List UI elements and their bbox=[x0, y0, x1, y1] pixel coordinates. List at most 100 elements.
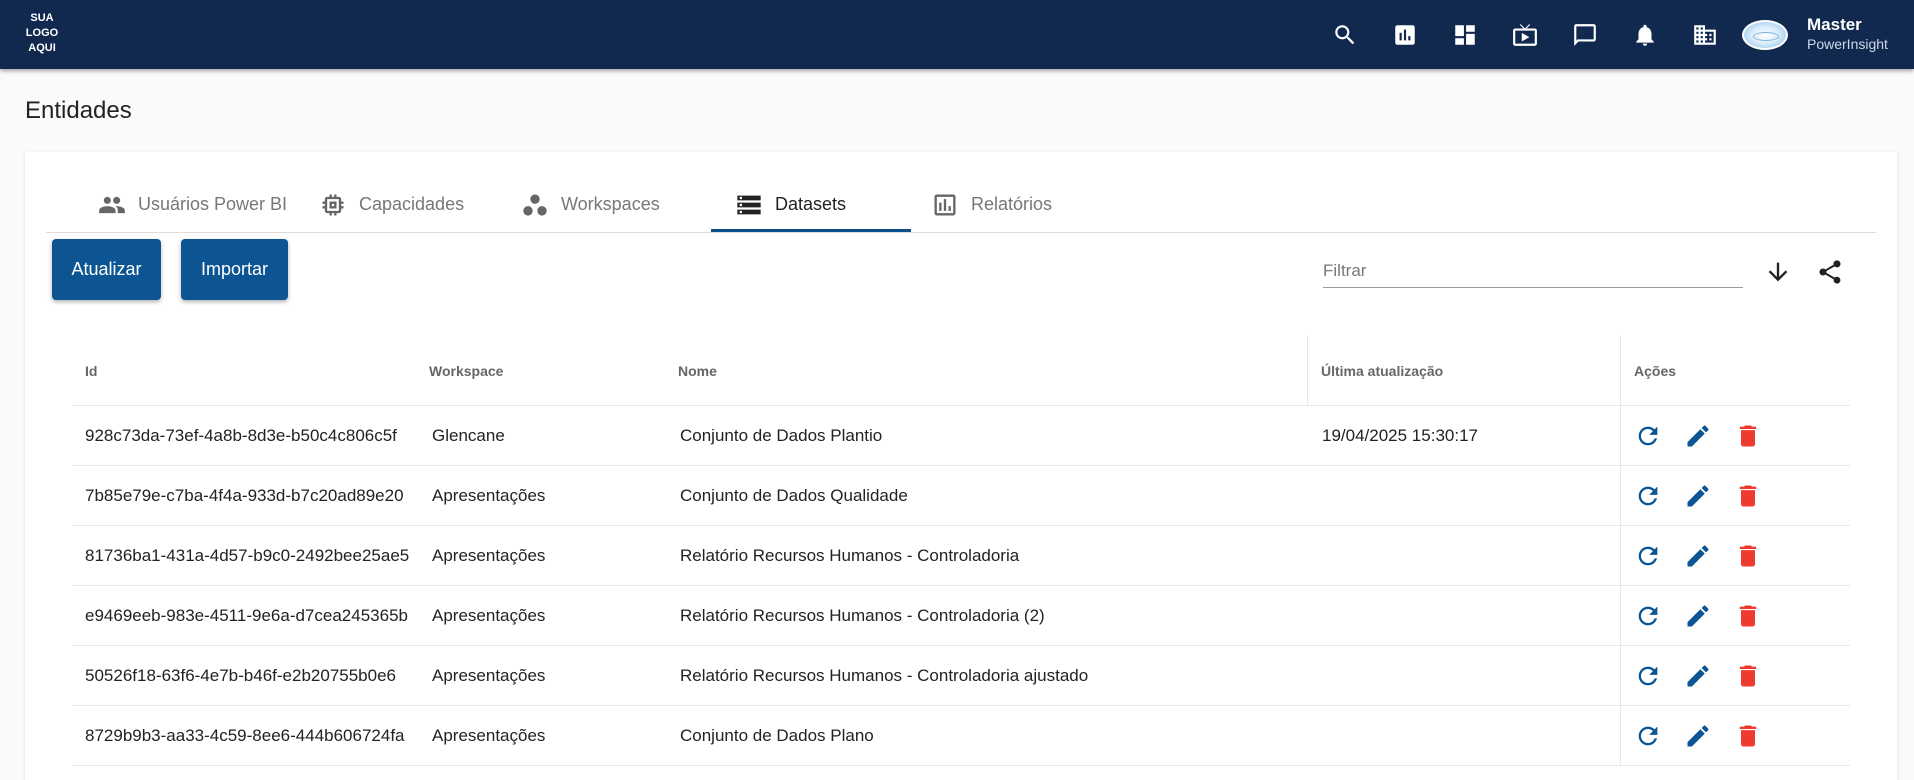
avatar[interactable] bbox=[1742, 20, 1788, 50]
refresh-button[interactable]: Atualizar bbox=[52, 239, 161, 300]
cell-name: Conjunto de Dados Plantio bbox=[680, 426, 883, 445]
datasets-table: Id Workspace Nome Última atualização Açõ… bbox=[72, 335, 1850, 766]
cell-id: 928c73da-73ef-4a8b-8d3e-b50c4c806c5f bbox=[85, 426, 397, 445]
column-header-last-update[interactable]: Última atualização bbox=[1307, 335, 1620, 406]
cell-name: Conjunto de Dados Plano bbox=[680, 726, 874, 745]
top-navbar: SUA LOGO AQUI Master PowerInsight bbox=[0, 0, 1914, 69]
active-tab-indicator bbox=[711, 229, 911, 232]
tab-label: Usuários Power BI bbox=[138, 194, 288, 214]
delete-icon[interactable] bbox=[1731, 599, 1765, 633]
logo-line: LOGO bbox=[25, 27, 59, 39]
cell-id: 8729b9b3-aa33-4c59-8ee6-444b606724fa bbox=[85, 726, 405, 745]
cell-name: Conjunto de Dados Qualidade bbox=[680, 486, 908, 505]
table-row[interactable]: 50526f18-63f6-4e7b-b46f-e2b20755b0e6 Apr… bbox=[72, 646, 1850, 706]
delete-icon[interactable] bbox=[1731, 659, 1765, 693]
cell-workspace: Apresentações bbox=[432, 546, 546, 565]
column-header-id[interactable]: Id bbox=[72, 335, 415, 406]
cell-name: Relatório Recursos Humanos - Controlador… bbox=[680, 546, 1020, 565]
cell-workspace: Apresentações bbox=[432, 606, 546, 625]
organization-icon[interactable] bbox=[1690, 20, 1720, 50]
tab-powerbi-users[interactable]: Usuários Power BI bbox=[98, 176, 287, 233]
table-row[interactable]: 928c73da-73ef-4a8b-8d3e-b50c4c806c5f Gle… bbox=[72, 406, 1850, 466]
cell-id: 81736ba1-431a-4d57-b9c0-2492bee25ae5 bbox=[85, 546, 410, 565]
filter-input[interactable] bbox=[1323, 256, 1743, 286]
cell-last-update: 19/04/2025 15:30:17 bbox=[1322, 426, 1478, 445]
chip-icon bbox=[322, 194, 344, 215]
refresh-icon[interactable] bbox=[1631, 479, 1665, 513]
cell-name: Relatório Recursos Humanos - Controlador… bbox=[680, 666, 1089, 685]
delete-icon[interactable] bbox=[1731, 539, 1765, 573]
cell-last-update bbox=[1309, 466, 1322, 526]
page-title: Entidades bbox=[25, 97, 132, 124]
refresh-icon[interactable] bbox=[1631, 719, 1665, 753]
column-header-actions: Ações bbox=[1620, 335, 1820, 406]
logo-line: SUA bbox=[30, 12, 54, 24]
storage-icon bbox=[737, 195, 761, 214]
cell-last-update bbox=[1309, 646, 1322, 706]
tab-datasets[interactable]: Datasets bbox=[735, 176, 846, 233]
edit-icon[interactable] bbox=[1681, 419, 1715, 453]
cell-actions bbox=[1620, 646, 1820, 706]
tab-label: Datasets bbox=[775, 194, 847, 214]
refresh-icon[interactable] bbox=[1631, 659, 1665, 693]
user-name: Master bbox=[1807, 15, 1862, 34]
delete-icon[interactable] bbox=[1731, 479, 1765, 513]
delete-icon[interactable] bbox=[1731, 419, 1765, 453]
chat-icon[interactable] bbox=[1570, 20, 1600, 50]
cell-workspace: Apresentações bbox=[432, 726, 546, 745]
entities-card: Usuários Power BI Capacidades Workspaces… bbox=[25, 152, 1897, 780]
edit-icon[interactable] bbox=[1681, 659, 1715, 693]
refresh-icon[interactable] bbox=[1631, 539, 1665, 573]
edit-icon[interactable] bbox=[1681, 539, 1715, 573]
dashboard-icon[interactable] bbox=[1450, 20, 1480, 50]
search-icon[interactable] bbox=[1330, 20, 1360, 50]
table-row[interactable]: e9469eeb-983e-4511-9e6a-d7cea245365b Apr… bbox=[72, 586, 1850, 646]
share-icon[interactable] bbox=[1814, 256, 1846, 288]
cell-last-update bbox=[1309, 586, 1322, 646]
presentation-icon[interactable] bbox=[1510, 20, 1540, 50]
edit-icon[interactable] bbox=[1681, 599, 1715, 633]
import-button[interactable]: Importar bbox=[181, 239, 288, 300]
cell-last-update bbox=[1309, 526, 1322, 586]
cell-actions bbox=[1620, 706, 1820, 766]
refresh-icon[interactable] bbox=[1631, 419, 1665, 453]
edit-icon[interactable] bbox=[1681, 479, 1715, 513]
tab-label: Capacidades bbox=[359, 194, 465, 214]
arrow-down-icon[interactable] bbox=[1762, 256, 1794, 288]
tab-bar: Usuários Power BI Capacidades Workspaces… bbox=[46, 176, 1876, 233]
cell-actions bbox=[1620, 466, 1820, 526]
user-menu[interactable]: Master PowerInsight bbox=[1807, 15, 1888, 53]
column-header-workspace[interactable]: Workspace bbox=[416, 335, 665, 406]
cell-actions bbox=[1620, 586, 1820, 646]
tab-label: Workspaces bbox=[561, 194, 660, 214]
cell-name: Relatório Recursos Humanos - Controlador… bbox=[680, 606, 1045, 625]
edit-icon[interactable] bbox=[1681, 719, 1715, 753]
logo-line: AQUI bbox=[28, 42, 56, 54]
cell-id: 7b85e79e-c7ba-4f4a-933d-b7c20ad89e20 bbox=[85, 486, 404, 505]
cell-last-update bbox=[1309, 706, 1322, 766]
cell-workspace: Apresentações bbox=[432, 486, 546, 505]
cell-actions bbox=[1620, 526, 1820, 586]
user-organization: PowerInsight bbox=[1807, 36, 1888, 52]
people-icon bbox=[99, 196, 125, 213]
cell-id: 50526f18-63f6-4e7b-b46f-e2b20755b0e6 bbox=[85, 666, 396, 685]
cell-workspace: Apresentações bbox=[432, 666, 546, 685]
report-icon[interactable] bbox=[1390, 20, 1420, 50]
tab-label: Relatórios bbox=[971, 194, 1053, 214]
cell-workspace: Glencane bbox=[432, 426, 505, 445]
cell-actions bbox=[1620, 406, 1820, 466]
table-row[interactable]: 8729b9b3-aa33-4c59-8ee6-444b606724fa Apr… bbox=[72, 706, 1850, 766]
column-header-name[interactable]: Nome bbox=[665, 335, 1307, 406]
tab-reports[interactable]: Relatórios bbox=[931, 176, 1052, 233]
refresh-icon[interactable] bbox=[1631, 599, 1665, 633]
table-row[interactable]: 81736ba1-431a-4d57-b9c0-2492bee25ae5 Apr… bbox=[72, 526, 1850, 586]
delete-icon[interactable] bbox=[1731, 719, 1765, 753]
cell-id: e9469eeb-983e-4511-9e6a-d7cea245365b bbox=[85, 606, 408, 625]
notification-bell-icon[interactable] bbox=[1630, 20, 1660, 50]
tab-capacities[interactable]: Capacidades bbox=[319, 176, 464, 233]
tab-workspaces[interactable]: Workspaces bbox=[521, 176, 660, 233]
bar-chart-icon bbox=[934, 194, 956, 215]
table-row[interactable]: 7b85e79e-c7ba-4f4a-933d-b7c20ad89e20 Apr… bbox=[72, 466, 1850, 526]
workspaces-icon bbox=[523, 194, 547, 215]
logo[interactable]: SUA LOGO AQUI bbox=[22, 11, 62, 56]
